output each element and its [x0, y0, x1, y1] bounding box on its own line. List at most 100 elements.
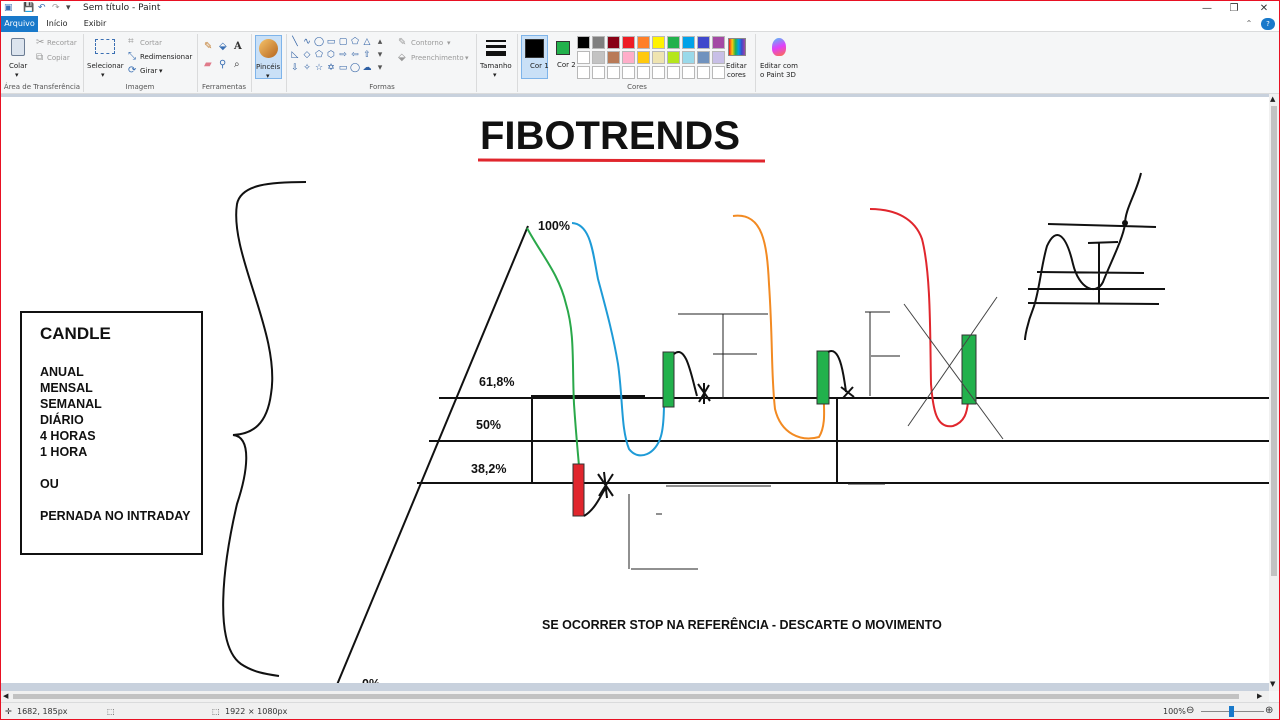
palette-swatch[interactable]: [697, 36, 710, 49]
undo-icon[interactable]: ↶: [38, 3, 46, 13]
palette-swatch[interactable]: [577, 36, 590, 49]
text-tool-icon[interactable]: A: [234, 42, 242, 52]
callout-cloud-shape-icon[interactable]: ☁: [362, 63, 372, 73]
star4-shape-icon[interactable]: ✧: [302, 63, 312, 73]
custom-color-slot[interactable]: [622, 66, 635, 79]
rectangle-shape-icon[interactable]: ▭: [326, 37, 336, 47]
scroll-up-icon[interactable]: ▲: [1270, 95, 1275, 103]
shapes-gallery[interactable]: ╲ ∿ ◯ ▭ ▢ ⬠ △ ◺ ◇ ⬠ ⬡ ⇨ ⇦ ⇧ ⇩ ✧ ☆ ✡ ▭ ◯ …: [290, 37, 386, 77]
hexagon-shape-icon[interactable]: ⬡: [326, 50, 336, 60]
custom-color-slot[interactable]: [637, 66, 650, 79]
vertical-scroll-thumb[interactable]: [1271, 106, 1277, 576]
minimize-button[interactable]: —: [1192, 1, 1222, 16]
custom-color-slot[interactable]: [697, 66, 710, 79]
diamond-shape-icon[interactable]: ◇: [302, 50, 312, 60]
shapes-scroll-up-icon[interactable]: ▴: [375, 37, 385, 47]
palette-swatch[interactable]: [682, 51, 695, 64]
palette-swatch[interactable]: [622, 36, 635, 49]
star6-shape-icon[interactable]: ✡: [326, 63, 336, 73]
star5-shape-icon[interactable]: ☆: [314, 63, 324, 73]
outline-button[interactable]: Contorno: [411, 39, 443, 47]
edit-colors-button[interactable]: Editar cores: [725, 36, 751, 80]
paint3d-button[interactable]: Editar com o Paint 3D: [758, 36, 800, 80]
palette-swatch[interactable]: [622, 51, 635, 64]
shapes-scroll-down-icon[interactable]: ▾: [375, 50, 385, 60]
copy-button[interactable]: Copiar: [47, 54, 70, 62]
custom-color-slot[interactable]: [682, 66, 695, 79]
arrow-down-shape-icon[interactable]: ⇩: [290, 63, 300, 73]
callout-oval-shape-icon[interactable]: ◯: [350, 63, 360, 73]
pencil-icon[interactable]: ✎: [204, 42, 212, 52]
collapse-ribbon-icon[interactable]: ⌃: [1244, 16, 1254, 32]
rounded-rectangle-shape-icon[interactable]: ▢: [338, 37, 348, 47]
cut-button[interactable]: Recortar: [47, 39, 77, 47]
line-shape-icon[interactable]: ╲: [290, 37, 300, 47]
palette-swatch[interactable]: [637, 51, 650, 64]
triangle-shape-icon[interactable]: △: [362, 37, 372, 47]
horizontal-scrollbar[interactable]: ◀ ▶: [1, 691, 1269, 702]
palette-swatch[interactable]: [577, 51, 590, 64]
palette-swatch[interactable]: [592, 51, 605, 64]
palette-swatch[interactable]: [652, 36, 665, 49]
magnifier-icon[interactable]: ⌕: [234, 60, 240, 70]
custom-color-slot[interactable]: [712, 66, 725, 79]
crop-button[interactable]: Cortar: [140, 39, 162, 47]
zoom-slider-thumb[interactable]: [1229, 706, 1234, 717]
oval-shape-icon[interactable]: ◯: [314, 37, 324, 47]
callout-rect-shape-icon[interactable]: ▭: [338, 63, 348, 73]
scroll-right-icon[interactable]: ▶: [1257, 692, 1262, 700]
help-icon[interactable]: ?: [1261, 18, 1275, 30]
zoom-out-button[interactable]: ⊖: [1186, 705, 1194, 716]
shapes-more-icon[interactable]: ▾: [375, 63, 385, 73]
palette-swatch[interactable]: [712, 51, 725, 64]
custom-color-slot[interactable]: [607, 66, 620, 79]
paste-button[interactable]: Colar ▾: [7, 36, 31, 79]
palette-swatch[interactable]: [712, 36, 725, 49]
right-triangle-shape-icon[interactable]: ◺: [290, 50, 300, 60]
palette-swatch[interactable]: [607, 36, 620, 49]
palette-swatch[interactable]: [607, 51, 620, 64]
color2-button[interactable]: Cor 2: [551, 35, 576, 79]
color1-button[interactable]: Cor 1: [521, 35, 549, 79]
fill-button[interactable]: Preenchimento: [411, 54, 464, 62]
palette-swatch[interactable]: [682, 36, 695, 49]
pentagon-shape-icon[interactable]: ⬠: [314, 50, 324, 60]
vertical-scrollbar[interactable]: ▲ ▼: [1269, 94, 1279, 691]
custom-color-slot[interactable]: [577, 66, 590, 79]
customize-quick-access-icon[interactable]: ▾: [66, 3, 71, 13]
custom-color-slot[interactable]: [667, 66, 680, 79]
arrow-right-shape-icon[interactable]: ⇨: [338, 50, 348, 60]
brushes-button[interactable]: Pincéis ▾: [255, 35, 282, 80]
select-button[interactable]: Selecionar ▾: [87, 36, 124, 80]
maximize-button[interactable]: ❐: [1219, 1, 1249, 16]
eraser-icon[interactable]: ▰: [204, 60, 212, 70]
zoom-in-button[interactable]: ⊕: [1265, 705, 1273, 716]
tab-arquivo[interactable]: Arquivo: [1, 16, 38, 32]
redo-icon[interactable]: ↷: [52, 3, 60, 13]
curve-shape-icon[interactable]: ∿: [302, 37, 312, 47]
arrow-left-shape-icon[interactable]: ⇦: [350, 50, 360, 60]
palette-swatch[interactable]: [667, 51, 680, 64]
horizontal-scroll-thumb[interactable]: [13, 694, 1239, 699]
palette-swatch[interactable]: [637, 36, 650, 49]
arrow-up-shape-icon[interactable]: ⇧: [362, 50, 372, 60]
palette-swatch[interactable]: [667, 36, 680, 49]
color-picker-icon[interactable]: ⚲: [219, 60, 226, 70]
save-icon[interactable]: 💾: [23, 3, 34, 13]
fill-bucket-icon[interactable]: ⬙: [219, 42, 227, 52]
resize-button[interactable]: Redimensionar: [140, 53, 192, 61]
scroll-left-icon[interactable]: ◀: [3, 692, 8, 700]
palette-swatch[interactable]: [592, 36, 605, 49]
polygon-shape-icon[interactable]: ⬠: [350, 37, 360, 47]
custom-color-slot[interactable]: [652, 66, 665, 79]
close-button[interactable]: ✕: [1249, 1, 1279, 16]
scroll-down-icon[interactable]: ▼: [1270, 680, 1275, 688]
rotate-button[interactable]: Girar: [140, 67, 157, 75]
custom-color-slot[interactable]: [592, 66, 605, 79]
tab-inicio[interactable]: Início: [43, 16, 71, 32]
size-button[interactable]: Tamanho ▾: [480, 36, 514, 80]
drawing-canvas[interactable]: FIBOTRENDS CANDLE ANUAL MENSAL SEMANAL D…: [1, 97, 1269, 683]
palette-swatch[interactable]: [652, 51, 665, 64]
tab-exibir[interactable]: Exibir: [81, 16, 109, 32]
palette-swatch[interactable]: [697, 51, 710, 64]
